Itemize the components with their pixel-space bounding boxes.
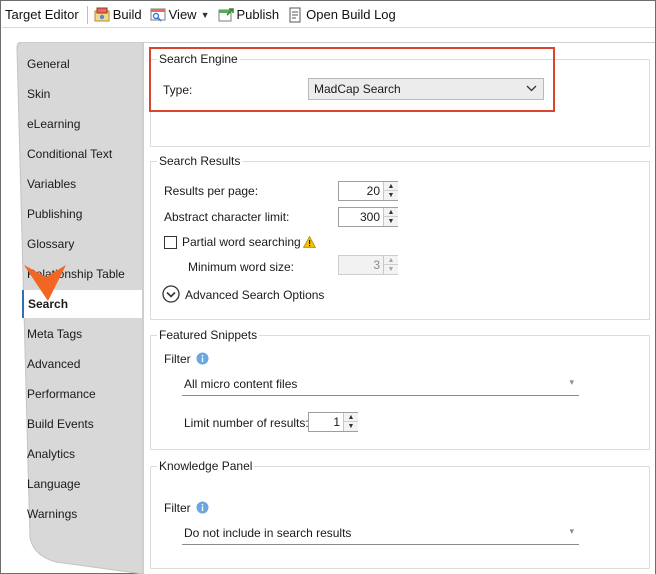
results-per-page-value: 20 <box>366 184 380 198</box>
expand-chevron-icon[interactable] <box>162 285 180 303</box>
search-settings-panel: Search Engine Type: MadCap Search Search… <box>143 42 655 574</box>
tab-performance[interactable]: Performance <box>24 380 142 408</box>
increment-icon[interactable]: ▲ <box>384 208 398 217</box>
knowledge-filter-select[interactable]: Do not include in search results ▾ <box>182 523 579 545</box>
build-log-icon <box>289 7 301 22</box>
increment-icon[interactable]: ▲ <box>384 256 398 265</box>
warning-icon <box>303 236 316 248</box>
tab-build-events[interactable]: Build Events <box>24 410 142 438</box>
knowledge-filter-label: Filter <box>164 501 191 515</box>
tab-meta-tags[interactable]: Meta Tags <box>24 320 142 348</box>
min-word-size-label: Minimum word size: <box>188 260 295 274</box>
open-build-log-label: Open Build Log <box>306 7 396 22</box>
chevron-down-icon: ▾ <box>569 377 574 387</box>
toolbar: Target Editor Build View ▼ Publish Open … <box>2 2 655 28</box>
featured-snippets-title: Featured Snippets <box>157 328 260 342</box>
publish-icon <box>218 7 234 21</box>
partial-word-label: Partial word searching <box>182 235 301 249</box>
stepper-buttons: ▲ ▼ <box>383 208 398 226</box>
limit-results-value: 1 <box>333 415 340 429</box>
stepper-buttons: ▲ ▼ <box>383 256 398 274</box>
abstract-limit-stepper[interactable]: 300 ▲ ▼ <box>338 207 398 227</box>
view-dropdown-caret-icon[interactable]: ▼ <box>201 10 210 20</box>
abstract-limit-label: Abstract character limit: <box>164 210 290 224</box>
chevron-down-icon: ▾ <box>569 526 574 536</box>
featured-filter-select[interactable]: All micro content files ▾ <box>182 374 579 396</box>
min-word-size-value: 3 <box>373 258 380 272</box>
tab-variables[interactable]: Variables <box>24 170 142 198</box>
increment-icon[interactable]: ▲ <box>384 182 398 191</box>
editor-title-label: Target Editor <box>5 7 79 22</box>
results-per-page-label: Results per page: <box>164 184 259 198</box>
tab-advanced[interactable]: Advanced <box>24 350 142 378</box>
decrement-icon[interactable]: ▼ <box>384 191 398 200</box>
view-label: View <box>168 7 197 22</box>
tab-skin[interactable]: Skin <box>24 80 142 108</box>
target-editor-window: Target Editor Build View ▼ Publish Open … <box>0 0 656 574</box>
tab-conditional-text[interactable]: Conditional Text <box>24 140 142 168</box>
build-icon <box>94 7 110 21</box>
limit-results-stepper[interactable]: 1 ▲ ▼ <box>308 412 358 432</box>
featured-filter-value: All micro content files <box>184 377 298 391</box>
min-word-size-stepper[interactable]: 3 ▲ ▼ <box>338 255 398 275</box>
publish-label: Publish <box>236 7 280 22</box>
search-results-title: Search Results <box>157 154 243 168</box>
tab-warnings[interactable]: Warnings <box>24 500 142 528</box>
callout-arrow-icon <box>24 265 66 301</box>
view-icon <box>150 8 166 22</box>
featured-filter-label: Filter <box>164 352 191 366</box>
toolbar-separator <box>86 5 88 24</box>
publish-button[interactable]: Publish <box>214 4 284 26</box>
tab-publishing[interactable]: Publishing <box>24 200 142 228</box>
build-label: Build <box>112 7 142 22</box>
knowledge-panel-title: Knowledge Panel <box>157 459 255 473</box>
limit-results-label: Limit number of results: <box>184 416 309 430</box>
decrement-icon[interactable]: ▼ <box>384 265 398 274</box>
decrement-icon[interactable]: ▼ <box>384 217 398 226</box>
tab-glossary[interactable]: Glossary <box>24 230 142 258</box>
tab-analytics[interactable]: Analytics <box>24 440 142 468</box>
tab-elearning[interactable]: eLearning <box>24 110 142 138</box>
partial-word-checkbox[interactable] <box>164 236 177 249</box>
view-button[interactable]: View ▼ <box>146 4 214 26</box>
results-per-page-stepper[interactable]: 20 ▲ ▼ <box>338 181 398 201</box>
featured-snippets-group: Featured Snippets Filter All micro conte… <box>150 328 650 450</box>
knowledge-filter-value: Do not include in search results <box>184 526 352 540</box>
info-icon[interactable] <box>196 501 209 514</box>
build-button[interactable]: Build <box>90 4 146 26</box>
advanced-search-options-link[interactable]: Advanced Search Options <box>185 288 324 302</box>
settings-tab-strip: General Skin eLearning Conditional Text … <box>16 42 143 574</box>
info-icon[interactable] <box>196 352 209 365</box>
open-build-log-button[interactable]: Open Build Log <box>283 4 400 26</box>
tab-general[interactable]: General <box>24 50 142 78</box>
highlight-box <box>149 47 555 112</box>
editor-title: Target Editor <box>2 4 85 26</box>
abstract-limit-value: 300 <box>359 210 380 224</box>
stepper-buttons: ▲ ▼ <box>343 413 358 431</box>
knowledge-panel-group: Knowledge Panel Filter Do not include in… <box>150 459 650 569</box>
decrement-icon[interactable]: ▼ <box>344 422 358 431</box>
search-results-group: Search Results Results per page: 20 ▲ ▼ … <box>150 154 650 320</box>
stepper-buttons: ▲ ▼ <box>383 182 398 200</box>
increment-icon[interactable]: ▲ <box>344 413 358 422</box>
tab-language[interactable]: Language <box>24 470 142 498</box>
